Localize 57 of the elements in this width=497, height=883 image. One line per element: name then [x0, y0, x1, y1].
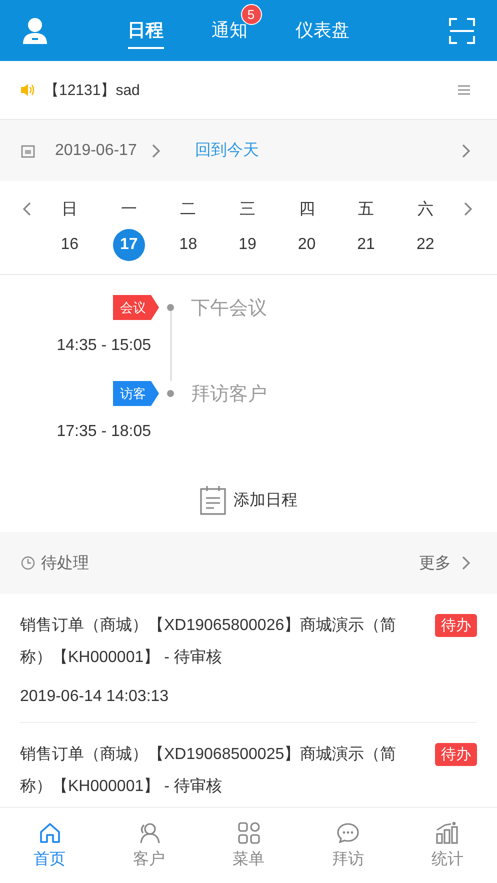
clock-icon [21, 556, 35, 570]
nav-tab[interactable]: 菜单 [198, 808, 298, 883]
section-title: 待处理 [41, 554, 89, 574]
day-cell[interactable]: 20 [290, 229, 323, 261]
task-time: 2019-06-14 14:03:13 [20, 688, 170, 706]
header-tab[interactable]: 仪表盘 [296, 12, 350, 49]
home-icon [38, 821, 62, 845]
event-time: 14:35 - 15:05 [56, 337, 151, 355]
notice-text: 【12131】sad [44, 80, 140, 100]
event-tag: 访客 [113, 381, 159, 406]
day-cell[interactable]: 22 [409, 229, 442, 261]
more-link[interactable]: 更多 [419, 552, 451, 574]
nav-tab[interactable]: 客户 [99, 808, 199, 883]
nav-tab[interactable]: 拜访 [298, 808, 398, 883]
task-text[interactable]: 销售订单（商城）【XD19065800026】商城演示（简称）【KH000001】 - 待审核 [20, 610, 415, 674]
chevron-right-icon[interactable] [461, 144, 471, 158]
weekday-label: 三 [238, 200, 256, 220]
grid-icon [236, 821, 261, 845]
nav-tab[interactable]: 统计 [398, 808, 497, 883]
day-cell[interactable]: 21 [350, 229, 382, 261]
weekday-label: 四 [298, 200, 316, 220]
day-cell[interactable]: 18 [172, 229, 204, 261]
user-icon[interactable] [22, 16, 48, 44]
weekday-label: 二 [179, 200, 198, 220]
chat-icon [336, 821, 360, 845]
header-tab[interactable]: 日程 [128, 12, 164, 49]
speaker-icon [20, 83, 36, 97]
timeline-dot [167, 390, 174, 397]
note-icon [200, 485, 226, 515]
event-title[interactable]: 拜访客户 [191, 381, 267, 467]
day-cell[interactable]: 16 [54, 229, 86, 261]
weekday-label: 六 [416, 200, 434, 220]
day-cell[interactable]: 17 [112, 229, 145, 261]
add-schedule-button[interactable]: 添加日程 [200, 485, 298, 515]
status-badge: 待办 [435, 614, 477, 637]
weekday-label: 一 [120, 200, 138, 220]
event-title[interactable]: 下午会议 [191, 295, 267, 381]
chevron-right-icon[interactable] [463, 202, 473, 216]
status-badge: 待办 [435, 743, 477, 766]
timeline-dot [167, 304, 174, 311]
nav-tab[interactable]: 首页 [0, 808, 100, 883]
calendar-icon [21, 144, 35, 158]
weekday-label: 日 [60, 200, 79, 220]
chevron-right-icon[interactable] [461, 556, 471, 570]
task-text[interactable]: 销售订单（商城）【XD19068500025】商城演示（简称）【KH000001】 - 待审核 [20, 739, 415, 803]
person-icon [137, 821, 162, 845]
count-badge: 5 [240, 4, 262, 25]
bar-chart-icon [435, 821, 460, 845]
today-link[interactable]: 回到今天 [194, 140, 259, 161]
date-text[interactable]: 2019-06-17 [55, 142, 137, 160]
weekday-label: 五 [357, 200, 376, 220]
chevron-left-icon[interactable] [22, 202, 32, 216]
chevron-right-icon[interactable] [150, 144, 161, 158]
scan-icon[interactable] [449, 18, 475, 44]
event-time: 17:35 - 18:05 [56, 423, 151, 441]
menu-icon[interactable] [457, 84, 471, 96]
day-cell[interactable]: 19 [231, 229, 264, 261]
